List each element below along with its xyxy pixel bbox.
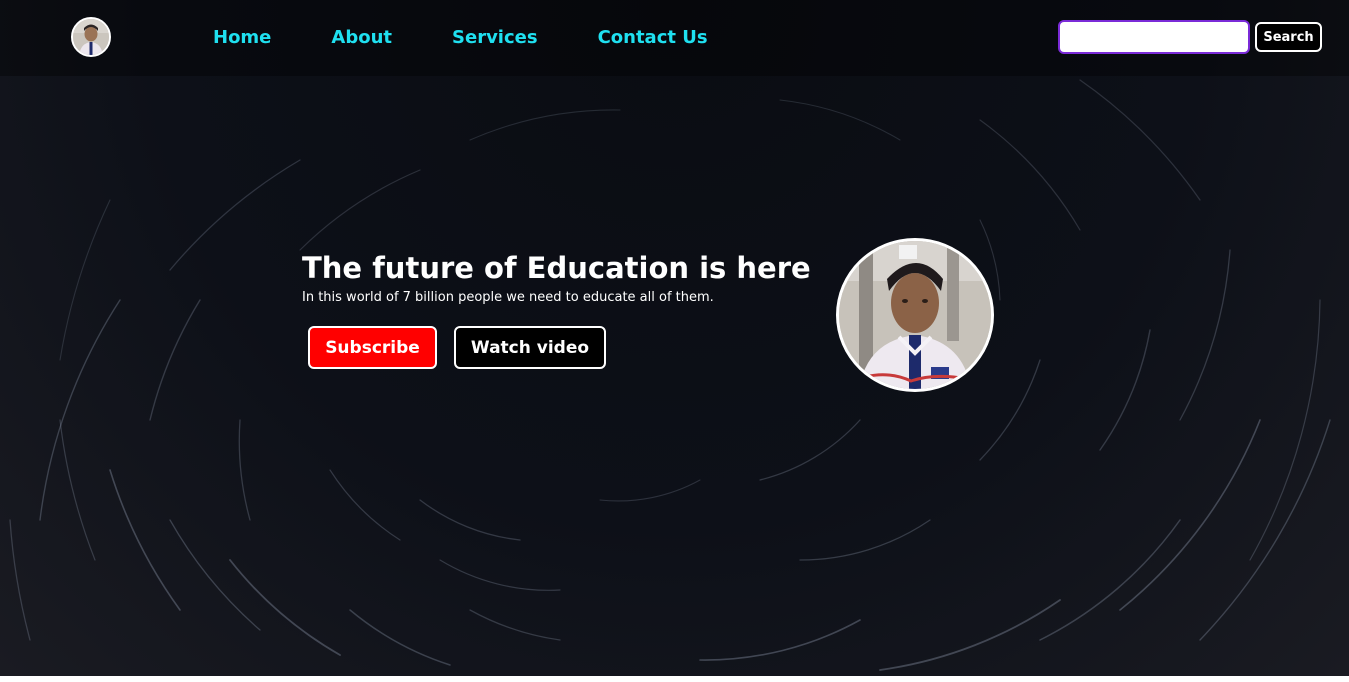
hero-subtitle: In this world of 7 billion people we nee… [302,290,714,305]
star-trails-background [9,79,1331,671]
nav-link-home[interactable]: Home [183,26,301,50]
profile-photo-icon [839,241,991,389]
search-input[interactable] [1058,20,1250,54]
navbar: Home About Services Contact Us Search [0,0,1349,76]
subscribe-button[interactable]: Subscribe [308,326,437,369]
hero-title: The future of Education is here [302,251,811,285]
nav-links: Home About Services Contact Us [183,26,738,50]
nav-link-contact[interactable]: Contact Us [568,26,738,50]
nav-link-services[interactable]: Services [422,26,568,50]
logo-avatar[interactable] [71,17,111,57]
search-button[interactable]: Search [1255,22,1322,52]
nav-link-about[interactable]: About [301,26,422,50]
hero-page: Home About Services Contact Us Search Th… [0,0,1349,676]
profile-photo-icon [73,19,109,55]
hero-profile-image [836,238,994,392]
page-bottom-edge [0,676,1349,682]
watch-video-button[interactable]: Watch video [454,326,606,369]
